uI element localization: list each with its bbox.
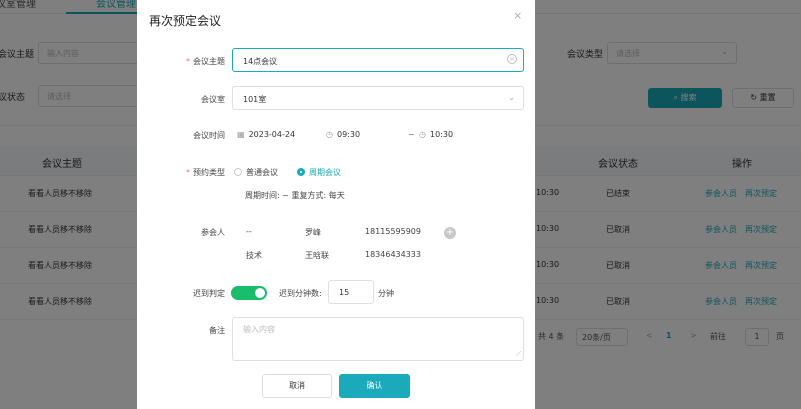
time-label: 会议时间	[193, 131, 225, 140]
start-time-picker[interactable]: ◷ 09:30	[326, 130, 360, 139]
type-label-text: 预约类型	[193, 168, 225, 177]
room-select[interactable]: 101室 ⌄	[232, 86, 524, 110]
participants-label: 参会人	[201, 228, 225, 237]
room-value: 101室	[243, 95, 267, 104]
radio-circle-checked	[297, 168, 305, 176]
rebook-meeting-dialog: 再次预定会议 × * 会议主题 14点会议 × 会议室 101室 ⌄ 会议时间 ▦…	[137, 0, 535, 409]
radio-normal-label: 普通会议	[246, 168, 278, 177]
dialog-title: 再次预定会议	[149, 14, 222, 28]
participant-phone: 18346434333	[365, 250, 421, 259]
participant-name: 王晗联	[305, 251, 329, 260]
late-minutes-value: 15	[339, 288, 350, 297]
clock-icon: ◷	[326, 130, 333, 139]
remark-label: 备注	[209, 326, 225, 335]
radio-circle	[234, 168, 242, 176]
subject-label: * 会议主题	[137, 56, 225, 67]
late-minutes-input[interactable]: 15	[328, 280, 374, 304]
radio-periodic-meeting[interactable]: 周期会议	[297, 167, 341, 178]
remark-placeholder: 输入内容	[243, 325, 275, 334]
date-picker[interactable]: ▦ 2023-04-24	[237, 130, 295, 139]
cancel-button[interactable]: 取消	[262, 374, 332, 398]
radio-periodic-label: 周期会议	[309, 168, 341, 177]
required-mark: *	[186, 168, 190, 177]
end-time-value: 10:30	[429, 130, 454, 139]
end-time-picker[interactable]: ◷ 10:30	[419, 130, 453, 139]
participant-dept: --	[246, 227, 252, 236]
late-minutes-label: 迟到分钟数:	[279, 289, 322, 298]
close-icon[interactable]: ×	[513, 9, 522, 22]
plus-circle-icon[interactable]: +	[444, 227, 456, 239]
subject-label-text: 会议主题	[193, 57, 225, 66]
calendar-icon: ▦	[237, 130, 245, 139]
room-label: 会议室	[201, 95, 225, 104]
date-value: 2023-04-24	[248, 130, 296, 139]
participant-dept: 技术	[246, 251, 262, 260]
late-unit: 分钟	[378, 289, 394, 298]
participant-phone: 18115595909	[365, 227, 421, 236]
type-label: * 预约类型	[137, 167, 225, 178]
late-label: 迟到判定	[193, 289, 225, 298]
period-info: 周期时间: ~ 重复方式: 每天	[245, 191, 345, 200]
time-separator: ~	[408, 130, 415, 139]
participant-name: 罗峰	[305, 228, 321, 237]
subject-value: 14点会议	[243, 57, 278, 66]
remark-textarea[interactable]: 输入内容 ⟋	[232, 317, 524, 361]
late-toggle[interactable]	[231, 286, 267, 300]
chevron-down-icon: ⌄	[508, 93, 515, 102]
resize-handle-icon[interactable]: ⟋	[516, 350, 521, 359]
confirm-button[interactable]: 确认	[339, 374, 410, 398]
subject-input[interactable]: 14点会议 ×	[232, 48, 524, 72]
start-time-value: 09:30	[336, 130, 361, 139]
required-mark: *	[186, 57, 190, 66]
radio-normal-meeting[interactable]: 普通会议	[234, 167, 278, 178]
clock-icon: ◷	[419, 130, 426, 139]
clear-circle-icon[interactable]: ×	[507, 54, 517, 64]
